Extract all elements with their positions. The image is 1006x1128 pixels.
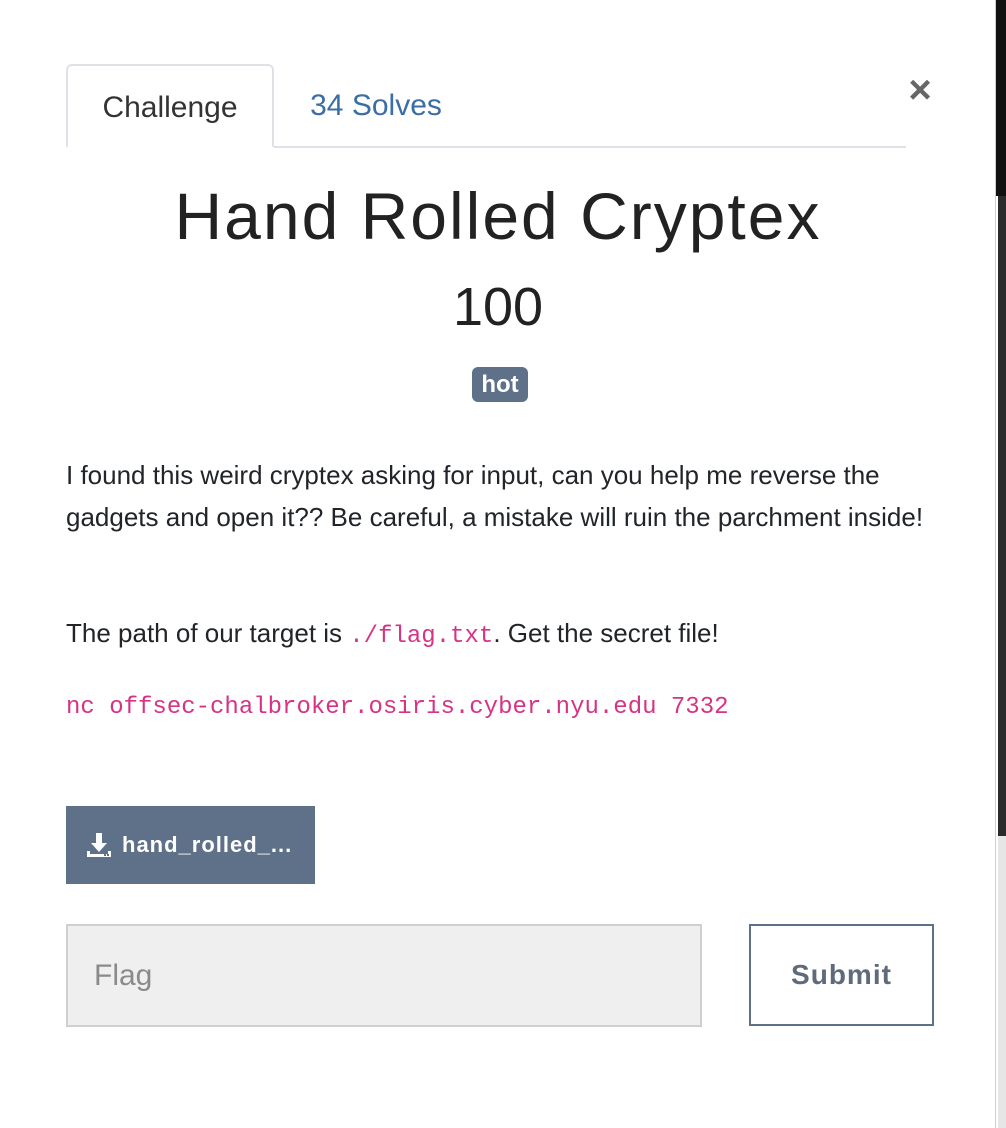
challenge-description: I found this weird cryptex asking for in…: [66, 460, 924, 532]
challenge-points: 100: [452, 277, 544, 337]
challenge-title: Hand Rolled Cryptex: [174, 179, 822, 253]
page-backdrop-edge-low: [998, 836, 1006, 1128]
flag-input[interactable]: [66, 924, 702, 1027]
close-icon[interactable]: ×: [904, 70, 936, 110]
tab-solves[interactable]: 34 Solves: [292, 64, 460, 148]
path-code: ./flag.txt: [349, 623, 494, 650]
challenge-tag: hot: [472, 367, 528, 402]
connection-command: nc offsec-chalbroker.osiris.cyber.nyu.ed…: [66, 694, 729, 721]
submit-button[interactable]: Submit: [749, 924, 934, 1026]
tab-challenge[interactable]: Challenge: [66, 64, 274, 148]
path-suffix: . Get the secret file!: [493, 618, 719, 648]
page-backdrop-edge: [998, 196, 1006, 836]
download-icon: [87, 833, 111, 857]
download-button[interactable]: hand_rolled_...: [66, 806, 315, 884]
download-label: hand_rolled_...: [122, 832, 293, 857]
modal-tabs: Challenge 34 Solves: [66, 64, 906, 148]
challenge-path-text: The path of our target is ./flag.txt. Ge…: [66, 612, 946, 658]
challenge-modal: Challenge 34 Solves × Hand Rolled Crypte…: [0, 0, 996, 1128]
path-prefix: The path of our target is: [66, 618, 350, 648]
